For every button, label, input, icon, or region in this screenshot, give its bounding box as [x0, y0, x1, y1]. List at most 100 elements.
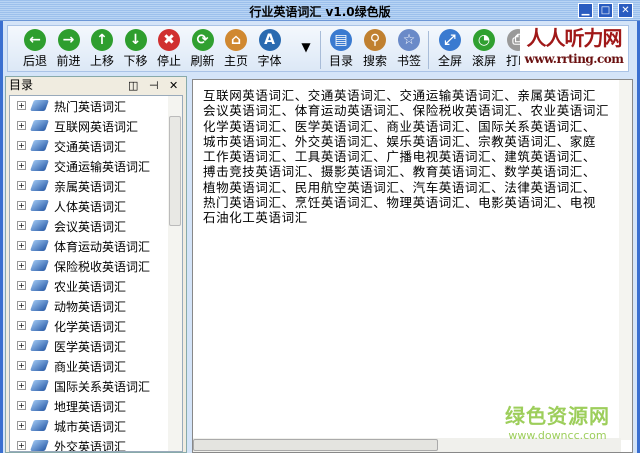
toolbar: ← 后退 → 前进 ↑ 上移 ↓ 下移 ✖ 停止 ⟳ 刷新 ⌂ 主页 A 字体 ▼ ▤ 目录 ⚲ 搜索 ☆ 书签 ⤢ 全屏 ◔ 滚屏…	[7, 25, 629, 72]
expand-icon[interactable]: +	[17, 361, 26, 370]
tree-item[interactable]: + 交通运输英语词汇	[10, 156, 182, 176]
close-button[interactable]: ✕	[618, 3, 633, 18]
tree-item-label: 商业英语词汇	[54, 360, 127, 374]
tree-item-label: 体育运动英语词汇	[54, 240, 151, 254]
content-vertical-scrollbar[interactable]	[619, 80, 632, 440]
tree-item[interactable]: + 人体英语词汇	[10, 196, 182, 216]
content-view: 互联网英语词汇、交通英语词汇、交通运输英语词汇、亲属英语词汇 会议英语词汇、体育运…	[192, 79, 633, 453]
arrow-left-icon: ←	[24, 29, 46, 51]
tree-item[interactable]: + 城市英语词汇	[10, 416, 182, 436]
toolbar-button-stop[interactable]: ✖ 停止	[152, 29, 186, 71]
tree-item[interactable]: + 外交英语词汇	[10, 436, 182, 451]
expand-icon[interactable]: +	[17, 121, 26, 130]
stop-icon: ✖	[158, 29, 180, 51]
tree-item-label: 互联网英语词汇	[54, 120, 139, 134]
book-icon	[29, 100, 50, 111]
book-icon	[29, 400, 50, 411]
content-line: 互联网英语词汇、交通英语词汇、交通运输英语词汇、亲属英语词汇	[203, 88, 597, 103]
toolbar-button-arrow-left[interactable]: ← 后退	[18, 29, 52, 71]
expand-icon[interactable]: +	[17, 201, 26, 210]
tree-item-label: 人体英语词汇	[54, 200, 127, 214]
toolbar-button-arrow-right[interactable]: → 前进	[52, 29, 86, 71]
font-icon: A	[258, 29, 281, 51]
expand-icon[interactable]: +	[17, 101, 26, 110]
bookmark-star-icon: ☆	[398, 29, 420, 51]
tree-item[interactable]: + 亲属英语词汇	[10, 176, 182, 196]
watermark-text: 绿色资源网	[505, 404, 610, 428]
panel-title: 目录	[9, 78, 34, 92]
toolbar-button-fullscreen[interactable]: ⤢ 全屏	[433, 29, 467, 71]
tree-item-label: 动物英语词汇	[54, 300, 127, 314]
tree-item[interactable]: + 热门英语词汇	[10, 96, 182, 116]
toolbar-button-font[interactable]: A 字体	[253, 29, 287, 71]
tree-item[interactable]: + 医学英语词汇	[10, 336, 182, 356]
expand-icon[interactable]: +	[17, 381, 26, 390]
expand-icon[interactable]: +	[17, 281, 26, 290]
expand-icon[interactable]: +	[17, 181, 26, 190]
expand-icon[interactable]: +	[17, 141, 26, 150]
toolbar-more-dropdown[interactable]: ▼	[298, 40, 314, 82]
tree-item[interactable]: + 互联网英语词汇	[10, 116, 182, 136]
scroll-thumb[interactable]	[169, 116, 181, 226]
tree-item[interactable]: + 地理英语词汇	[10, 396, 182, 416]
tree-item-label: 城市英语词汇	[54, 420, 127, 434]
toolbar-button-scroll[interactable]: ◔ 滚屏	[467, 29, 501, 71]
expand-icon[interactable]: +	[17, 421, 26, 430]
book-icon	[29, 300, 50, 311]
expand-icon[interactable]: +	[17, 301, 26, 310]
book-icon	[29, 140, 50, 151]
tree-scrollbar[interactable]	[168, 96, 182, 451]
tree-item[interactable]: + 体育运动英语词汇	[10, 236, 182, 256]
book-icon	[29, 240, 50, 251]
panel-close-icon[interactable]: ✕	[169, 77, 178, 94]
tree-item[interactable]: + 动物英语词汇	[10, 296, 182, 316]
contents-icon: ▤	[330, 29, 352, 51]
expand-icon[interactable]: +	[17, 321, 26, 330]
tree-item-label: 化学英语词汇	[54, 320, 127, 334]
minimize-button[interactable]: ▁	[578, 3, 593, 18]
tree-item-label: 国际关系英语词汇	[54, 380, 151, 394]
content-line: 工作英语词汇、工具英语词汇、广播电视英语词汇、建筑英语词汇、	[203, 149, 597, 165]
contents-panel: 目录 ◫ ⊣ ✕ + 热门英语词汇 + 互联网英语词汇 + 交通英语词汇 + 交通运输英语词汇…	[5, 76, 187, 453]
expand-icon[interactable]: +	[17, 341, 26, 350]
tree-item[interactable]: + 农业英语词汇	[10, 276, 182, 296]
toolbar-button-label: 下移	[123, 54, 148, 68]
tree-item[interactable]: + 保险税收英语词汇	[10, 256, 182, 276]
tree-item[interactable]: + 交通英语词汇	[10, 136, 182, 156]
toolbar-button-arrow-down[interactable]: ↓ 下移	[119, 29, 153, 71]
arrow-down-icon: ↓	[124, 29, 147, 51]
toolbar-button-label: 全屏	[437, 54, 462, 68]
toolbar-button-home[interactable]: ⌂ 主页	[219, 29, 253, 71]
book-icon	[29, 380, 50, 391]
dock-icon[interactable]: ◫	[128, 77, 138, 94]
tree-item[interactable]: + 商业英语词汇	[10, 356, 182, 376]
tree-item[interactable]: + 化学英语词汇	[10, 316, 182, 336]
content-line: 石油化工英语词汇	[203, 210, 308, 226]
toolbar-button-bookmark-star[interactable]: ☆ 书签	[392, 29, 426, 71]
watermark-url: www.downcc.com	[508, 429, 607, 442]
expand-icon[interactable]: +	[17, 261, 26, 270]
toolbar-button-search[interactable]: ⚲ 搜索	[358, 29, 392, 71]
fullscreen-icon: ⤢	[439, 29, 461, 51]
expand-icon[interactable]: +	[17, 221, 26, 230]
expand-icon[interactable]: +	[17, 161, 26, 170]
expand-icon[interactable]: +	[17, 401, 26, 410]
toolbar-button-label: 后退	[22, 54, 47, 68]
tree-item-label: 农业英语词汇	[54, 280, 127, 294]
toolbar-button-contents[interactable]: ▤ 目录	[324, 29, 358, 71]
toolbar-button-refresh[interactable]: ⟳ 刷新	[186, 29, 220, 71]
arrow-up-icon: ↑	[91, 29, 113, 51]
expand-icon[interactable]: +	[17, 241, 26, 250]
tree-item-label: 地理英语词汇	[54, 400, 127, 414]
tree-item[interactable]: + 国际关系英语词汇	[10, 376, 182, 396]
expand-icon[interactable]: +	[17, 441, 26, 450]
toolbar-button-arrow-up[interactable]: ↑ 上移	[85, 29, 119, 71]
toolbar-separator	[320, 31, 321, 69]
content-line: 会议英语词汇、体育运动英语词汇、保险税收英语词汇、农业英语词汇	[203, 103, 610, 119]
pin-icon[interactable]: ⊣	[149, 77, 159, 94]
maximize-button[interactable]: □	[598, 3, 613, 18]
content-line: 城市英语词汇、外交英语词汇、娱乐英语词汇、宗教英语词汇、家庭	[203, 133, 597, 149]
scroll-thumb[interactable]	[193, 439, 438, 451]
tree-item[interactable]: + 会议英语词汇	[10, 216, 182, 236]
tree-item-label: 热门英语词汇	[54, 100, 127, 114]
